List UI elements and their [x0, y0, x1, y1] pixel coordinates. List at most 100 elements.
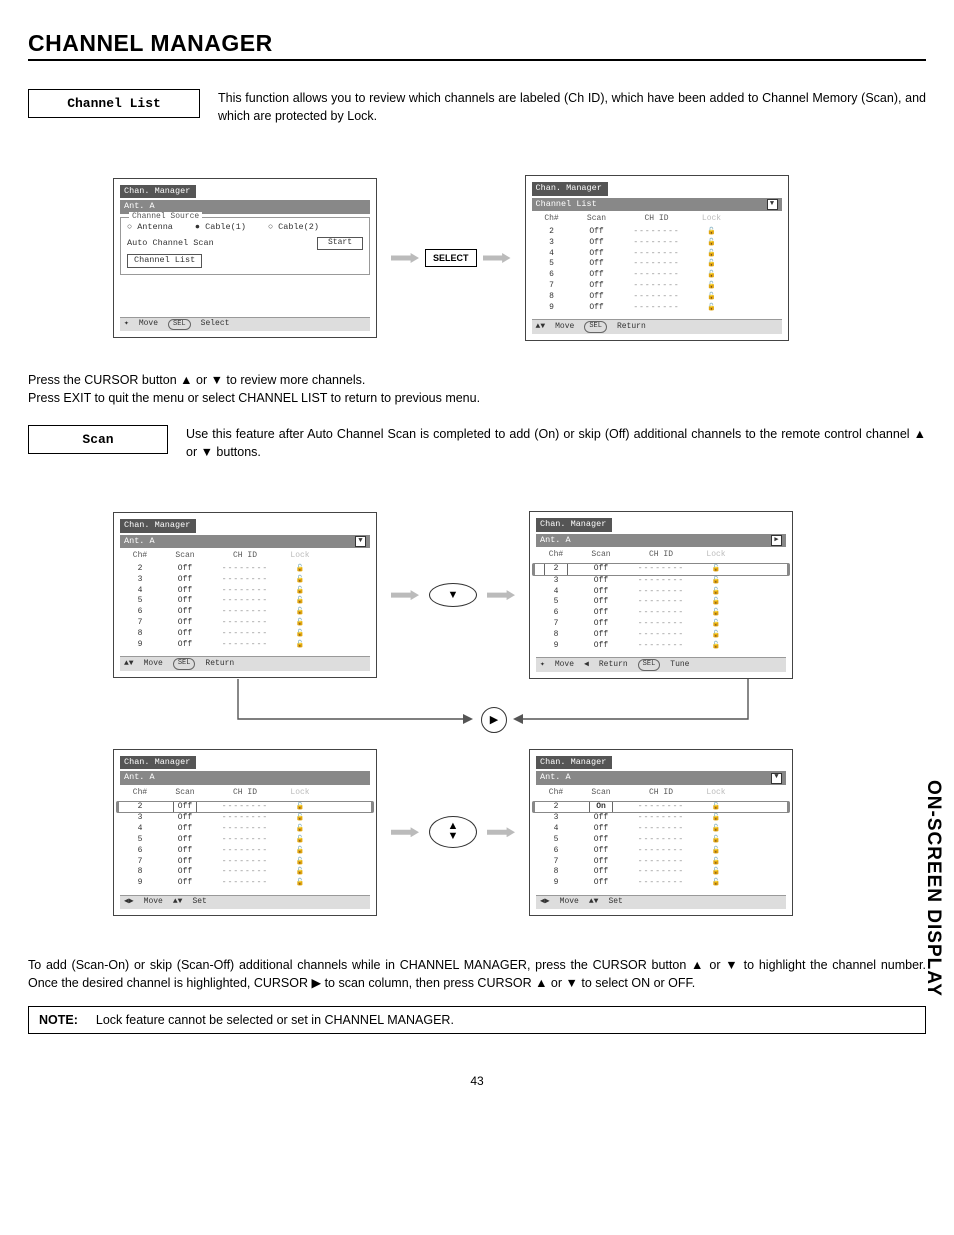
footer-move: Move — [139, 319, 158, 330]
left-icon: ◀ — [584, 660, 589, 671]
col-scan: Scan — [572, 214, 622, 225]
radio-antenna[interactable]: Antenna — [127, 222, 173, 233]
radio-cable2[interactable]: Cable(2) — [268, 222, 319, 233]
footer-bar: ✦ Move SEL Select — [120, 317, 370, 331]
updown-icon: ▲▼ — [124, 659, 134, 670]
side-tab: ON-SCREEN DISPLAY — [922, 780, 944, 997]
table-row: 9Off-------- — [532, 303, 782, 314]
table-row: 2Off-------- — [120, 801, 370, 814]
table-row: 4Off-------- — [120, 824, 370, 835]
arrow-right-icon — [487, 590, 515, 600]
note-label: NOTE: — [39, 1013, 78, 1027]
table-row: 6Off-------- — [120, 607, 370, 618]
table-row: 3Off-------- — [532, 238, 782, 249]
dropdown-icon[interactable]: ▶ — [771, 535, 782, 546]
footer-bar: ◀▶Move ▲▼Set — [536, 895, 786, 909]
arrow-right-icon — [483, 253, 511, 263]
panel-sub: Ant. A ▼ — [120, 535, 370, 548]
footer-return: Return — [617, 322, 646, 333]
ant-label: Ant. A — [124, 536, 155, 547]
channel-list-sub: Channel List — [536, 199, 597, 210]
right-round-icon: ▶ — [481, 707, 507, 733]
arrow-down-block: ▼ — [391, 583, 515, 607]
table-row: 2On-------- — [536, 801, 786, 814]
arrow-right-icon — [391, 827, 419, 837]
table-row: 2Off-------- — [532, 227, 782, 238]
table-row: 9Off-------- — [536, 641, 786, 652]
table-row: 6Off-------- — [536, 608, 786, 619]
table-row: 5Off-------- — [536, 597, 786, 608]
panel-title: Chan. Manager — [536, 518, 612, 531]
panel-scan-1: Chan. Manager Ant. A ▼ Ch#Scan CH IDLock… — [113, 512, 377, 678]
para-after: To add (Scan-On) or skip (Scan-Off) addi… — [28, 956, 926, 992]
table-row: 7Off-------- — [536, 857, 786, 868]
channel-list-button[interactable]: Channel List — [127, 254, 202, 267]
table-row: 8Off-------- — [536, 630, 786, 641]
auto-scan-row: Auto Channel Scan Start — [127, 237, 363, 250]
table-row: 4Off-------- — [120, 586, 370, 597]
channel-list-label: Channel List — [28, 89, 200, 118]
table-row: 7Off-------- — [120, 857, 370, 868]
panel-scan-3: Chan. Manager Ant. A Ch#Scan CH IDLock 2… — [113, 749, 377, 916]
table-row: 4Off-------- — [536, 824, 786, 835]
col-lock: Lock — [692, 214, 732, 225]
updown-icon: ▲▼ — [173, 897, 183, 908]
panel-sub: Ant. A — [120, 771, 370, 784]
panel-chan-manager-main: Chan. Manager Ant. A Channel Source Ante… — [113, 178, 377, 338]
footer-bar: ▲▼ Move SEL Return — [532, 319, 782, 333]
arrow-right-icon — [487, 827, 515, 837]
table-header: Ch#Scan CH IDLock — [536, 550, 786, 561]
table-row: 8Off-------- — [532, 292, 782, 303]
panel-channel-list: Chan. Manager Channel List ▼ Ch# Scan CH… — [525, 175, 789, 341]
note-box: NOTE: Lock feature cannot be selected or… — [28, 1006, 926, 1034]
scan-desc: Use this feature after Auto Channel Scan… — [186, 425, 926, 461]
lr-icon: ◀▶ — [540, 897, 550, 908]
footer-bar: ▲▼Move SELReturn — [120, 656, 370, 670]
dropdown-icon[interactable]: ▼ — [767, 199, 778, 210]
panel-title: Chan. Manager — [120, 756, 196, 769]
table-header: Ch#Scan CH IDLock — [120, 551, 370, 562]
table-row: 4Off-------- — [536, 587, 786, 598]
table-row: 8Off-------- — [536, 867, 786, 878]
table-row: 3Off-------- — [536, 813, 786, 824]
updown-icon: ✦ — [540, 660, 545, 671]
start-button[interactable]: Start — [317, 237, 363, 250]
col-ch: Ch# — [532, 214, 572, 225]
panel-title: Chan. Manager — [536, 756, 612, 769]
table-row: 3Off-------- — [536, 576, 786, 587]
body-after-2: Press EXIT to quit the menu or select CH… — [28, 389, 926, 407]
table-row: 6Off-------- — [532, 270, 782, 281]
panel-sub: Ant. A ▶ — [536, 534, 786, 547]
updown-icon: ▲▼ — [589, 897, 599, 908]
dropdown-icon[interactable]: ▼ — [771, 773, 782, 784]
panel-title: Chan. Manager — [532, 182, 608, 195]
auto-scan-label: Auto Channel Scan — [127, 238, 214, 249]
table-row: 7Off-------- — [532, 281, 782, 292]
ant-label: Ant. A — [540, 772, 571, 783]
move-icon: ✦ — [124, 319, 129, 330]
panel-sub: Ant. A ▼ — [536, 771, 786, 784]
panel-sub-chlist: Channel List ▼ — [532, 198, 782, 211]
dropdown-icon[interactable]: ▼ — [355, 536, 366, 547]
table-row: 5Off-------- — [120, 596, 370, 607]
page-number: 43 — [28, 1074, 926, 1088]
table-row: 9Off-------- — [536, 878, 786, 889]
radio-row: Antenna Cable(1) Cable(2) — [127, 222, 363, 233]
footer-select: Select — [201, 319, 230, 330]
footer-bar: ✦Move ◀Return SELTune — [536, 657, 786, 671]
table-row: 5Off-------- — [532, 259, 782, 270]
ant-label: Ant. A — [540, 535, 571, 546]
ant-label: Ant. A — [124, 772, 155, 783]
select-label-box: SELECT — [425, 249, 477, 267]
table-header: Ch#Scan CH IDLock — [120, 788, 370, 799]
arrow-select-block: SELECT — [391, 249, 511, 267]
radio-cable1[interactable]: Cable(1) — [195, 222, 246, 233]
updown-oval-icon: ▲▼ — [429, 816, 477, 848]
table-row: 6Off-------- — [536, 846, 786, 857]
channel-source-fieldset: Channel Source Antenna Cable(1) Cable(2)… — [120, 217, 370, 275]
down-oval-icon: ▼ — [429, 583, 477, 607]
footer-bar: ◀▶Move ▲▼Set — [120, 895, 370, 909]
table-row: 2Off-------- — [120, 564, 370, 575]
note-text: Lock feature cannot be selected or set i… — [96, 1013, 454, 1027]
table-row: 8Off-------- — [120, 629, 370, 640]
